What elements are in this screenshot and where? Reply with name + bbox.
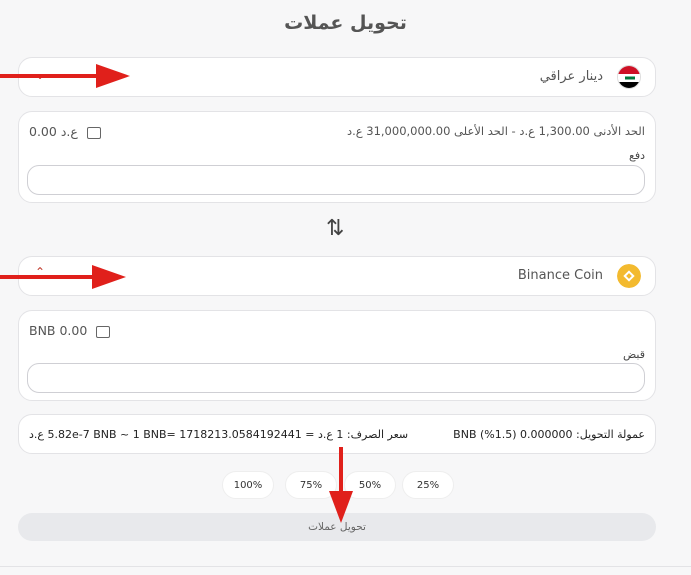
page-title: تحويل عملات	[284, 12, 407, 34]
from-currency-select[interactable]: دينار عراقي ⌄	[18, 57, 656, 97]
pay-card: الحد الأدنى 1,300.00 ع.د - الحد الأعلى 3…	[18, 111, 656, 203]
receive-label: قبض	[622, 348, 645, 361]
to-currency-label: Binance Coin	[517, 268, 603, 283]
pay-amount-input[interactable]	[27, 165, 645, 195]
to-currency-select[interactable]: Binance Coin ⌃	[18, 256, 656, 296]
percent-50-button[interactable]: 50%	[344, 471, 396, 499]
swap-arrows-icon[interactable]: ⇅	[326, 216, 344, 241]
from-balance-value: ع.د 0.00	[29, 124, 78, 139]
limits-text: الحد الأدنى 1,300.00 ع.د - الحد الأعلى 3…	[346, 124, 645, 138]
chevron-down-icon[interactable]: ⌄	[35, 68, 45, 82]
receive-amount-input[interactable]	[27, 363, 645, 393]
to-balance: BNB 0.00	[29, 323, 111, 338]
rate-info: عمولة التحويل: 0.000000 BNB (%1.5) سعر ا…	[18, 414, 656, 454]
from-balance: ع.د 0.00	[29, 124, 101, 139]
exchange-rate-text: سعر الصرف: 1 ع.د = 5.82e-7 BNB ~ 1 BNB= …	[29, 428, 409, 441]
convert-submit-button[interactable]: تحويل عملات	[18, 513, 656, 541]
wallet-icon	[96, 325, 111, 338]
receive-card: BNB 0.00 قبض	[18, 310, 656, 401]
divider	[0, 566, 691, 567]
chevron-up-icon[interactable]: ⌃	[35, 265, 45, 279]
percent-100-button[interactable]: 100%	[222, 471, 274, 499]
pay-label: دفع	[628, 149, 645, 162]
commission-text: عمولة التحويل: 0.000000 BNB (%1.5)	[453, 428, 645, 441]
from-currency-label: دينار عراقي	[539, 69, 603, 84]
to-balance-value: BNB 0.00	[29, 323, 88, 338]
percent-25-button[interactable]: 25%	[402, 471, 454, 499]
wallet-icon	[86, 126, 101, 139]
binance-coin-icon	[617, 264, 641, 288]
percent-75-button[interactable]: 75%	[285, 471, 337, 499]
iraq-flag-icon	[617, 65, 641, 89]
